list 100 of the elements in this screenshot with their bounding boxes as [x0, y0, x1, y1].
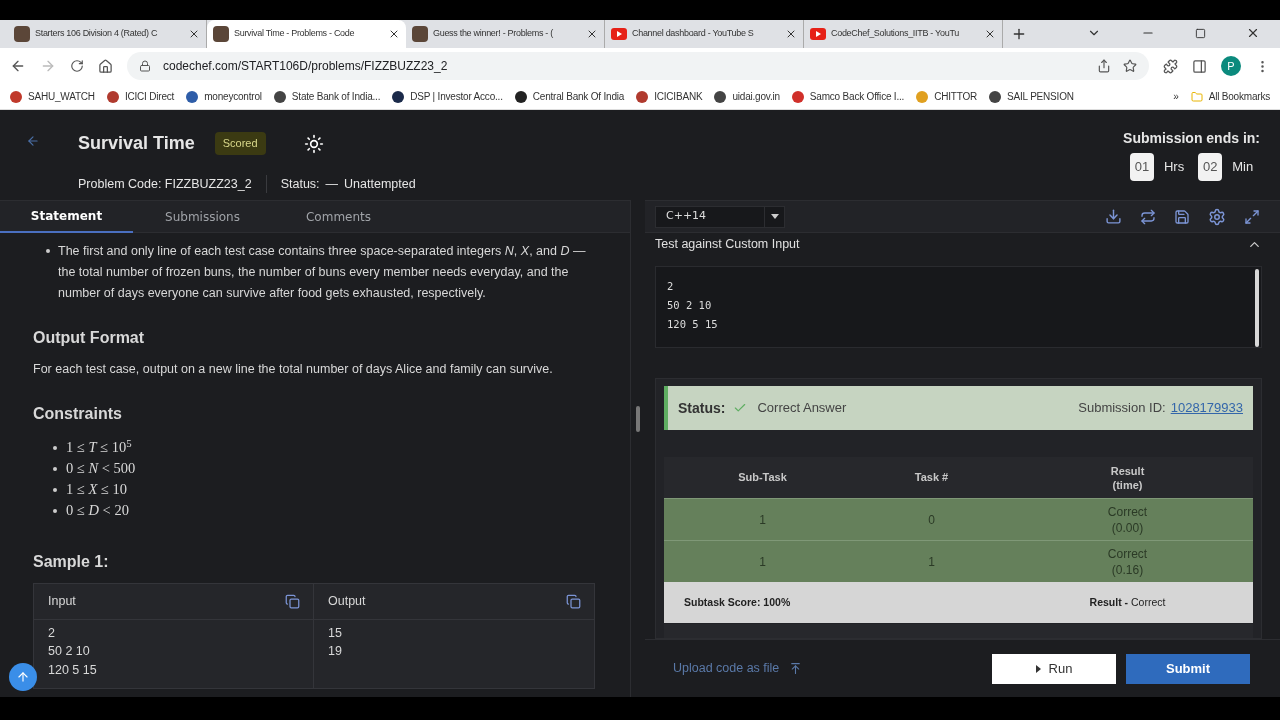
minutes-unit: Min	[1232, 158, 1254, 177]
sample-line: 15	[328, 624, 343, 642]
bookmark-item[interactable]: Samco Back Office I...	[791, 89, 905, 104]
bookmark-item[interactable]: ICICI Direct	[106, 89, 175, 104]
scored-badge: Scored	[214, 132, 266, 155]
bookmark-item[interactable]: SAHU_WATCH	[10, 89, 95, 104]
resize-handle[interactable]	[636, 405, 640, 432]
constraint-text: 1 ≤ T ≤ 10$^{5}$	[66, 437, 132, 458]
tab-title: Channel dashboard - YouTube S	[632, 27, 754, 41]
status-label: Status:	[280, 176, 320, 193]
sample-heading: Sample 1:	[33, 551, 110, 572]
tab[interactable]: Statement	[0, 201, 133, 233]
problem-code: Problem Code: FIZZBUZZ23_2	[78, 176, 252, 193]
sample-label: Input	[48, 592, 76, 610]
play-logo-icon	[611, 28, 627, 40]
upload-link[interactable]: Upload code as file	[673, 659, 780, 678]
copy-icon[interactable]	[566, 593, 581, 609]
bookmark-item[interactable]: DSP | Investor Acco...	[392, 89, 503, 104]
caret-icon	[770, 214, 779, 219]
tab[interactable]: Submissions	[136, 201, 269, 233]
close-icon[interactable]	[1246, 26, 1260, 40]
submission-label: Submission ID:	[1078, 399, 1166, 418]
back-icon[interactable]	[10, 58, 26, 74]
constraints-heading: Constraints	[33, 403, 123, 424]
upload-icon[interactable]	[789, 662, 803, 675]
language-select[interactable]: C++14	[655, 205, 785, 228]
bookmark-item[interactable]: Central Bank Of India	[514, 89, 625, 104]
new-tab-icon[interactable]	[1011, 26, 1027, 42]
table-cell-text: Correct (0.00)	[1106, 503, 1149, 536]
settings-icon[interactable]	[1208, 207, 1226, 226]
column-header: Result (time)	[1109, 463, 1146, 492]
back-icon[interactable]	[26, 134, 40, 148]
constraint-text: 1 ≤ X ≤ 10	[66, 480, 128, 500]
profile-avatar[interactable]: P	[1221, 56, 1241, 76]
bookmark-star-icon[interactable]	[1123, 59, 1137, 73]
lock-icon	[139, 60, 151, 72]
close-icon[interactable]	[984, 28, 996, 40]
constraint-text: 0 ≤ N < 500	[66, 459, 136, 479]
tab-title: Guess the winner! - Problems - (	[433, 27, 553, 41]
input-format-text: The first and only line of each test case contains three space-separated integers N, X, and D — the total number of frozen buns, the number of buns every member needs everyday, and the number of days everyone can survive after food gets exhausted, respectively.	[58, 243, 587, 302]
bookmark-item[interactable]: SAIL PENSION	[989, 89, 1074, 104]
bookmark-item[interactable]: uidai.gov.in	[714, 89, 780, 104]
input-line: 50 2 10	[667, 298, 713, 313]
bookmark-item[interactable]: ICICIBANK	[636, 89, 703, 104]
sample-label: Output	[328, 592, 366, 610]
sample-line: 2	[48, 624, 56, 642]
fullscreen-icon[interactable]	[1244, 208, 1260, 225]
column-header: Task #	[913, 470, 950, 486]
close-icon[interactable]	[586, 28, 598, 40]
save-icon[interactable]	[1174, 208, 1190, 225]
site-logo-icon	[412, 26, 428, 42]
status-value: Correct Answer	[757, 399, 847, 418]
url-text: codechef.com/START106D/problems/FIZZBUZZ23_2	[163, 58, 448, 75]
subtask-score: Subtask Score: 100%	[683, 594, 792, 610]
table-cell-text: 1	[758, 553, 767, 571]
table-cell-text: 1	[927, 553, 936, 571]
bookmark-item[interactable]: State Bank of India...	[273, 89, 381, 104]
copy-icon[interactable]	[285, 593, 300, 609]
output-heading: Output Format	[33, 328, 146, 348]
site-logo-icon	[213, 26, 229, 42]
output-text: For each test case, output on a new line the total number of days Alice and family can survive.	[33, 361, 554, 378]
custom-input-title[interactable]: Test against Custom Input	[655, 234, 800, 254]
run-button[interactable]: Run	[992, 653, 1116, 684]
extensions-icon[interactable]	[1163, 58, 1178, 74]
input-line: 120 5 15	[667, 317, 719, 332]
close-icon[interactable]	[188, 28, 200, 40]
tab-title: CodeChef_Solutions_IITB - YouTu	[831, 27, 959, 41]
submit-button[interactable]: Submit	[1126, 653, 1250, 684]
more-bookmarks[interactable]: »	[1173, 89, 1179, 104]
arrow-up-icon	[16, 670, 30, 684]
home-icon[interactable]	[98, 58, 113, 74]
all-bookmarks-item[interactable]: All Bookmarks	[1190, 89, 1270, 104]
share-icon[interactable]	[1097, 59, 1111, 73]
side-panel-icon[interactable]	[1192, 58, 1207, 74]
tab[interactable]: Comments	[272, 201, 405, 233]
timer-label: Submission ends in:	[1123, 129, 1260, 148]
bookmark-item[interactable]: CHITTOR	[916, 89, 978, 104]
submission-id-link[interactable]: 1028179933	[1170, 398, 1243, 418]
download-icon[interactable]	[1105, 208, 1122, 225]
constraint-text: 0 ≤ D < 20	[66, 501, 129, 521]
theme-toggle-icon[interactable]	[303, 133, 324, 154]
minutes-value: 02	[1198, 153, 1223, 181]
input-line: 2	[667, 279, 675, 294]
browser-tab[interactable]: Survival Time - Problems - Code	[207, 20, 406, 48]
close-icon[interactable]	[785, 28, 797, 40]
status-value: Unattempted	[344, 176, 416, 193]
table-cell-text: 0	[927, 511, 936, 529]
play-icon	[1035, 664, 1041, 673]
close-icon[interactable]	[388, 28, 400, 40]
reload-icon[interactable]	[70, 59, 84, 73]
address-field[interactable]: codechef.com/START106D/problems/FIZZBUZZ23_2	[127, 52, 1149, 80]
bookmark-item[interactable]: moneycontrol	[186, 89, 262, 104]
maximize-icon[interactable]	[1195, 27, 1206, 39]
reset-icon[interactable]	[1140, 208, 1156, 225]
overall-result: Result - Correct	[1088, 594, 1167, 610]
sample-line: 120 5 15	[48, 661, 98, 679]
site-logo-icon	[14, 26, 30, 42]
tab-title: Starters 106 Division 4 (Rated) C	[35, 27, 158, 41]
custom-input-field[interactable]: 2 50 2 10 120 5 15	[655, 266, 1262, 348]
sample-line: 50 2 10	[48, 643, 91, 661]
